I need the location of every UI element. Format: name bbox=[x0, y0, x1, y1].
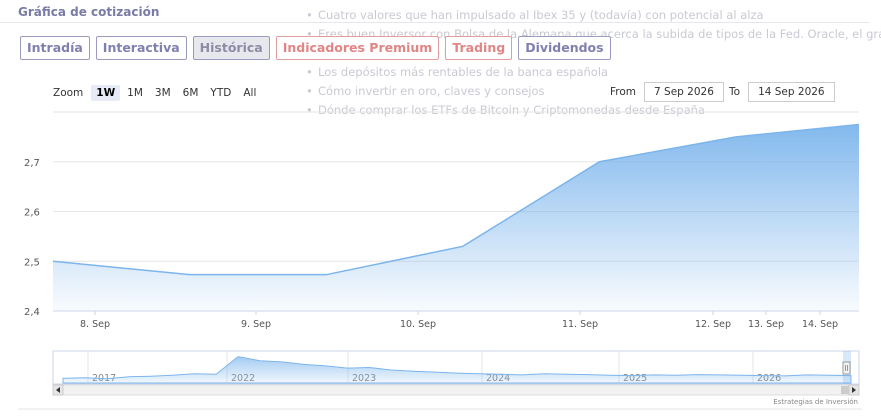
navigator-area bbox=[62, 356, 852, 384]
tab-dividendos[interactable]: Dividendos bbox=[518, 36, 611, 60]
x-tick-label: 8. Sep bbox=[80, 319, 110, 330]
x-tick-label: 13. Sep bbox=[748, 319, 784, 330]
to-label: To bbox=[729, 86, 741, 98]
price-area bbox=[53, 124, 859, 311]
navigator-year-label: 2024 bbox=[486, 373, 510, 384]
navigator-year-label: 2026 bbox=[757, 373, 781, 384]
navigator-mask bbox=[53, 351, 843, 384]
page-title: Gráfica de cotización bbox=[18, 5, 160, 19]
price-line bbox=[52, 123, 860, 276]
navigator-year-label: 2017 bbox=[92, 373, 116, 384]
x-tick-label: 10. Sep bbox=[400, 319, 436, 330]
navigator-handle[interactable] bbox=[842, 361, 851, 375]
x-tick-label: 11. Sep bbox=[562, 319, 598, 330]
navigator-year-label: 2023 bbox=[352, 373, 376, 384]
tab-historica[interactable]: Histórica bbox=[192, 36, 270, 60]
background-menu: Cuatro valores que han impulsado al Ibex… bbox=[300, 6, 881, 136]
y-tick-label: 2,4 bbox=[24, 307, 40, 318]
from-date-input[interactable]: 7 Sep 2026 bbox=[644, 82, 724, 102]
range-from: From 7 Sep 2026 bbox=[610, 82, 724, 102]
navigator-year-label: 2022 bbox=[231, 373, 255, 384]
x-tick-label: 14. Sep bbox=[802, 319, 838, 330]
zoom-all-button[interactable]: All bbox=[238, 85, 261, 101]
to-date-input[interactable]: 14 Sep 2026 bbox=[748, 82, 835, 102]
navigator-year-label: 2025 bbox=[623, 373, 647, 384]
from-label: From bbox=[610, 86, 637, 98]
y-tick-label: 2,7 bbox=[24, 158, 40, 169]
zoom-6m-button[interactable]: 6M bbox=[178, 85, 204, 101]
y-tick-label: 2,6 bbox=[24, 208, 40, 219]
tab-indicadores-premium[interactable]: Indicadores Premium bbox=[275, 36, 440, 60]
range-to: To 14 Sep 2026 bbox=[729, 82, 835, 102]
tab-interactiva[interactable]: Interactiva bbox=[95, 36, 187, 60]
tab-intradia[interactable]: Intradía bbox=[20, 36, 90, 60]
navigator-selected-range[interactable] bbox=[843, 351, 851, 384]
zoom-label: Zoom bbox=[53, 87, 84, 99]
scrollbar-right-button[interactable] bbox=[848, 384, 860, 396]
zoom-selector: Zoom 1W 1M 3M 6M YTD All bbox=[53, 85, 261, 101]
scrollbar-track[interactable] bbox=[52, 384, 860, 396]
x-tick-label: 9. Sep bbox=[241, 319, 271, 330]
chart-tabs: Intradía Interactiva Histórica Indicador… bbox=[20, 36, 611, 60]
scrollbar-left-button[interactable] bbox=[52, 384, 64, 396]
zoom-1m-button[interactable]: 1M bbox=[122, 85, 148, 101]
zoom-3m-button[interactable]: 3M bbox=[150, 85, 176, 101]
background-menu-item: Los depósitos más rentables de la banca … bbox=[300, 63, 881, 82]
y-tick-label: 2,5 bbox=[24, 257, 40, 268]
navigator-frame bbox=[52, 350, 860, 385]
zoom-1w-button[interactable]: 1W bbox=[91, 85, 121, 101]
tab-trading[interactable]: Trading bbox=[445, 36, 513, 60]
background-menu-item: Dónde comprar los ETFs de Bitcoin y Crip… bbox=[300, 101, 881, 120]
scrollbar-right-arrow-icon bbox=[852, 387, 856, 393]
title-divider bbox=[0, 22, 870, 23]
x-tick-label: 12. Sep bbox=[695, 319, 731, 330]
zoom-ytd-button[interactable]: YTD bbox=[205, 85, 236, 101]
scrollbar-thumb[interactable] bbox=[841, 386, 849, 394]
chart-credits: Estrategias de Inversión bbox=[773, 398, 858, 406]
scrollbar-left-arrow-icon bbox=[56, 387, 60, 393]
